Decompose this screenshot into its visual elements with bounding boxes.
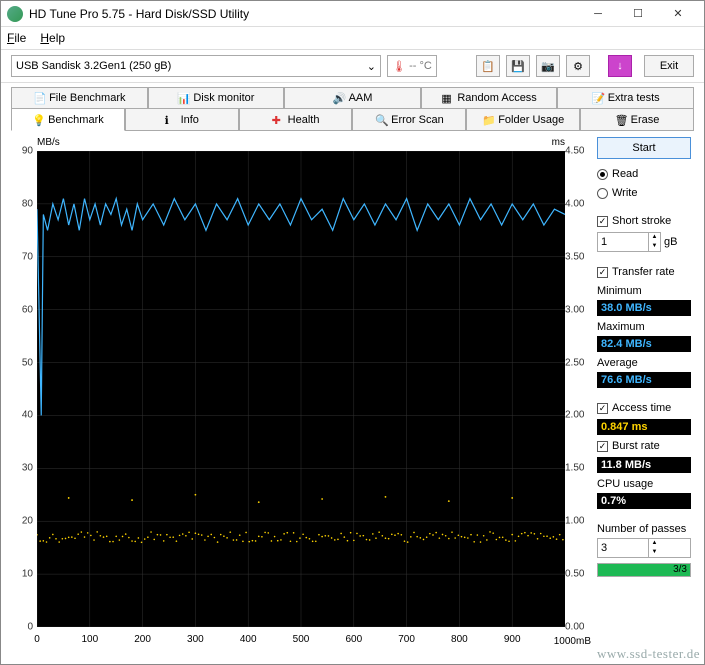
avg-value: 76.6 MB/s	[597, 372, 691, 388]
temperature-box: 🌡 -- °C	[387, 55, 437, 77]
folder-icon: 📁	[482, 114, 494, 126]
burst-value: 11.8 MB/s	[597, 457, 691, 473]
menubar: File Help	[1, 27, 704, 49]
short-stroke-check[interactable]: Short stroke	[597, 213, 691, 229]
access-time-check[interactable]: Access time	[597, 400, 691, 416]
exit-button[interactable]: Exit	[644, 55, 694, 77]
random-icon: ▦	[441, 92, 453, 104]
tab-erase[interactable]: 🗑Erase	[580, 109, 694, 131]
checkbox-icon	[597, 267, 608, 278]
tab-folder-usage[interactable]: 📁Folder Usage	[466, 109, 580, 131]
update-button[interactable]: ↓	[608, 55, 632, 77]
avg-label: Average	[597, 357, 691, 369]
copy-icon: 📋	[481, 60, 495, 73]
trash-icon: 🗑	[615, 114, 627, 126]
short-stroke-unit: gB	[664, 236, 677, 248]
watermark: www.ssd-tester.de	[597, 646, 700, 662]
maximize-button[interactable]: ☐	[618, 3, 658, 25]
thermometer-icon: 🌡	[392, 60, 406, 73]
copy-info-button[interactable]: 📋	[476, 55, 500, 77]
minimize-button[interactable]: ─	[578, 3, 618, 25]
drive-select[interactable]: USB Sandisk 3.2Gen1 (250 gB) ⌄	[11, 55, 381, 77]
spin-up[interactable]: ▲	[648, 233, 660, 242]
info-icon: ℹ	[165, 114, 177, 126]
screenshot-button[interactable]: 📷	[536, 55, 560, 77]
extra-icon: 📝	[592, 92, 604, 104]
close-button[interactable]: ✕	[658, 3, 698, 25]
tab-random-access[interactable]: ▦Random Access	[421, 87, 558, 109]
tab-file-benchmark[interactable]: 📄File Benchmark	[11, 87, 148, 109]
access-value: 0.847 ms	[597, 419, 691, 435]
disk-icon: 💾	[511, 60, 525, 73]
tab-aam[interactable]: 🔊AAM	[284, 87, 421, 109]
checkbox-icon	[597, 403, 608, 414]
benchmark-chart: MB/s ms 1000mB 01020304050607080900.000.…	[11, 137, 591, 647]
download-icon: ↓	[617, 60, 623, 72]
chevron-down-icon: ⌄	[367, 60, 376, 73]
short-stroke-input[interactable]: ▲▼	[597, 232, 661, 252]
titlebar: HD Tune Pro 5.75 - Hard Disk/SSD Utility…	[1, 1, 704, 27]
gear-icon: ⚙	[573, 60, 583, 73]
drive-select-value: USB Sandisk 3.2Gen1 (250 gB)	[16, 60, 171, 72]
checkbox-icon	[597, 216, 608, 227]
read-radio[interactable]: Read	[597, 166, 691, 182]
search-icon: 🔍	[375, 114, 387, 126]
y-axis-right-label: ms	[552, 137, 565, 148]
write-radio[interactable]: Write	[597, 185, 691, 201]
tab-extra-tests[interactable]: 📝Extra tests	[557, 87, 694, 109]
passes-input[interactable]: ▲▼	[597, 538, 691, 558]
passes-label: Number of passes	[597, 523, 691, 535]
file-benchmark-icon: 📄	[33, 92, 45, 104]
progress-text: 3/3	[673, 564, 687, 576]
start-button[interactable]: Start	[597, 137, 691, 159]
settings-button[interactable]: ⚙	[566, 55, 590, 77]
tab-error-scan[interactable]: 🔍Error Scan	[352, 109, 466, 131]
burst-rate-check[interactable]: Burst rate	[597, 438, 691, 454]
radio-icon	[597, 169, 608, 180]
health-icon: ✚	[272, 114, 284, 126]
checkbox-icon	[597, 441, 608, 452]
save-report-button[interactable]: 💾	[506, 55, 530, 77]
app-icon	[7, 6, 23, 22]
x-axis-label: 1000mB	[554, 636, 591, 647]
spin-down[interactable]: ▼	[648, 242, 660, 251]
menu-help[interactable]: Help	[40, 31, 65, 45]
results-sidebar: Start Read Write Short stroke ▲▼ gB Tran…	[597, 137, 691, 647]
spin-up[interactable]: ▲	[648, 539, 660, 548]
main-area: MB/s ms 1000mB 01020304050607080900.000.…	[1, 131, 704, 655]
plot-area	[37, 151, 565, 627]
cpu-label: CPU usage	[597, 478, 691, 490]
tab-health[interactable]: ✚Health	[239, 109, 353, 131]
menu-file[interactable]: File	[7, 31, 26, 45]
tabs-row-2: 💡Benchmark ℹInfo ✚Health 🔍Error Scan 📁Fo…	[11, 109, 694, 131]
min-value: 38.0 MB/s	[597, 300, 691, 316]
max-label: Maximum	[597, 321, 691, 333]
monitor-icon: 📊	[177, 92, 189, 104]
speaker-icon: 🔊	[333, 92, 345, 104]
max-value: 82.4 MB/s	[597, 336, 691, 352]
bulb-icon: 💡	[32, 114, 44, 126]
min-label: Minimum	[597, 285, 691, 297]
temperature-value: -- °C	[409, 60, 432, 72]
radio-icon	[597, 188, 608, 199]
cpu-value: 0.7%	[597, 493, 691, 509]
tab-benchmark[interactable]: 💡Benchmark	[11, 109, 125, 131]
window-title: HD Tune Pro 5.75 - Hard Disk/SSD Utility	[29, 7, 578, 21]
spin-down[interactable]: ▼	[648, 548, 660, 557]
camera-icon: 📷	[541, 60, 555, 73]
progress-bar: 3/3	[597, 563, 691, 577]
tab-disk-monitor[interactable]: 📊Disk monitor	[148, 87, 285, 109]
tabs: 📄File Benchmark 📊Disk monitor 🔊AAM ▦Rand…	[1, 83, 704, 131]
tabs-row-1: 📄File Benchmark 📊Disk monitor 🔊AAM ▦Rand…	[11, 87, 694, 109]
transfer-rate-check[interactable]: Transfer rate	[597, 264, 691, 280]
exit-label: Exit	[660, 60, 678, 72]
tab-info[interactable]: ℹInfo	[125, 109, 239, 131]
y-axis-left-label: MB/s	[37, 137, 60, 148]
toolbar: USB Sandisk 3.2Gen1 (250 gB) ⌄ 🌡 -- °C 📋…	[1, 49, 704, 83]
